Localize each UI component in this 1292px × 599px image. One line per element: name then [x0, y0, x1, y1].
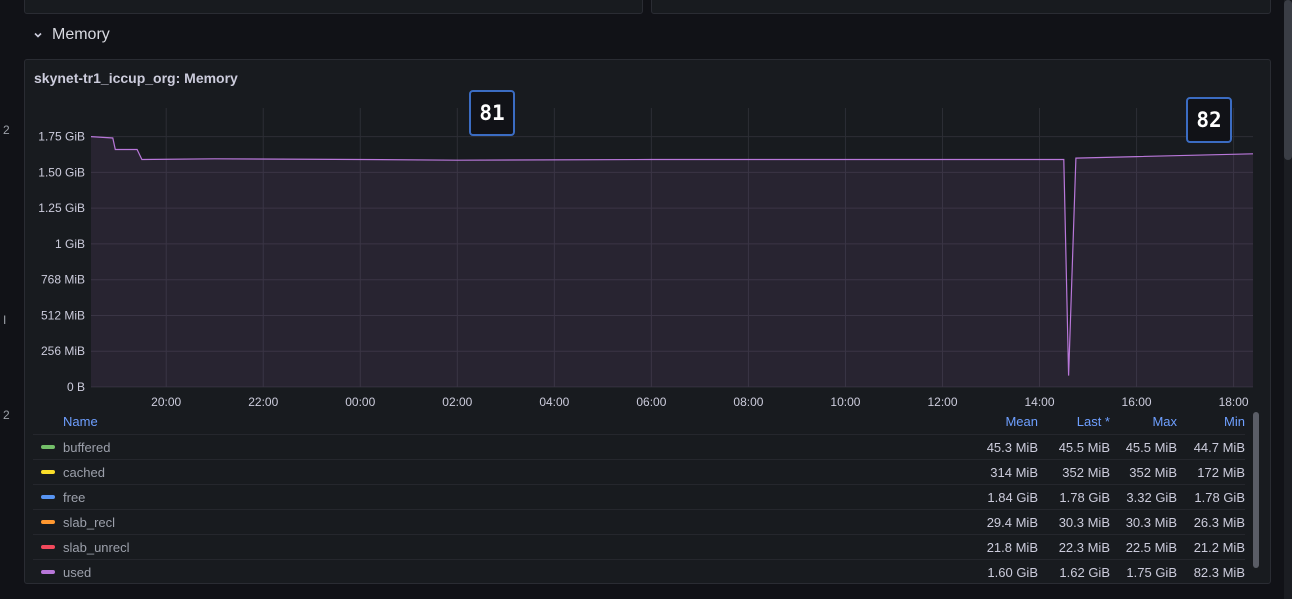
x-tick-label: 02:00 — [442, 395, 472, 409]
x-tick-label: 00:00 — [345, 395, 375, 409]
x-tick-label: 22:00 — [248, 395, 278, 409]
legend-row-buffered[interactable]: buffered 45.3 MiB 45.5 MiB 45.5 MiB 44.7 MiB — [33, 434, 1245, 459]
legend-series-name[interactable]: used — [63, 565, 91, 580]
page-scrollbar[interactable] — [1284, 0, 1292, 599]
legend-series-name[interactable]: slab_recl — [63, 515, 115, 530]
y-tick-label: 1.50 GiB — [38, 165, 85, 179]
x-tick-label: 18:00 — [1219, 395, 1249, 409]
x-tick-label: 20:00 — [151, 395, 181, 409]
row-header-memory[interactable]: Memory — [30, 26, 110, 44]
legend-row-slab_unrecl[interactable]: slab_unrecl 21.8 MiB 22.3 MiB 22.5 MiB 21.2 … — [33, 534, 1245, 559]
series-color-swatch[interactable] — [41, 445, 55, 449]
legend-table: Name Mean Last * Max Min buffered 45.3 Mi… — [33, 410, 1245, 584]
series-color-swatch[interactable] — [41, 495, 55, 499]
series-color-swatch[interactable] — [41, 520, 55, 524]
edge-mark: I — [3, 313, 7, 327]
annotation-badge: 81 — [469, 90, 515, 136]
x-tick-label: 14:00 — [1025, 395, 1055, 409]
edge-mark: 2 — [3, 408, 10, 422]
legend-mean: 21.8 MiB — [986, 540, 1038, 555]
legend-series-name[interactable]: free — [63, 490, 85, 505]
x-tick-label: 12:00 — [927, 395, 957, 409]
legend-scrollbar[interactable] — [1253, 412, 1259, 568]
legend-header-min[interactable]: Min — [1165, 414, 1245, 429]
y-tick-label: 512 MiB — [41, 308, 85, 322]
x-tick-label: 04:00 — [539, 395, 569, 409]
annotation-badge: 82 — [1186, 97, 1232, 143]
y-tick-label: 1.25 GiB — [38, 201, 85, 215]
legend-row-slab_recl[interactable]: slab_recl 29.4 MiB 30.3 MiB 30.3 MiB 26.3 Mi… — [33, 509, 1245, 534]
y-tick-label: 1.75 GiB — [38, 130, 85, 144]
x-tick-label: 08:00 — [733, 395, 763, 409]
legend-header-name[interactable]: Name — [63, 414, 98, 429]
series-color-swatch[interactable] — [41, 470, 55, 474]
top-panel-right — [651, 0, 1271, 14]
legend-min: 26.3 MiB — [1193, 515, 1245, 530]
x-tick-label: 16:00 — [1122, 395, 1152, 409]
legend-min: 172 MiB — [1197, 465, 1245, 480]
y-tick-label: 1 GiB — [55, 237, 85, 251]
series-color-swatch[interactable] — [41, 570, 55, 574]
legend-min: 21.2 MiB — [1193, 540, 1245, 555]
top-panel-left — [24, 0, 643, 14]
memory-panel: skynet-tr1_iccup_org: Memory 0 B 256 MiB 5… — [24, 59, 1271, 584]
x-tick-label: 06:00 — [636, 395, 666, 409]
x-tick-label: 10:00 — [830, 395, 860, 409]
legend-min: 1.78 GiB — [1194, 490, 1245, 505]
legend-mean: 314 MiB — [990, 465, 1038, 480]
chevron-down-icon[interactable] — [30, 27, 46, 43]
legend-series-name[interactable]: slab_unrecl — [63, 540, 130, 555]
legend-series-name[interactable]: cached — [63, 465, 105, 480]
page-scrollbar-thumb[interactable] — [1284, 0, 1292, 160]
legend-row-free[interactable]: free 1.84 GiB 1.78 GiB 3.32 GiB 1.78 GiB — [33, 484, 1245, 509]
row-title: Memory — [52, 26, 110, 43]
legend-min: 44.7 MiB — [1193, 440, 1245, 455]
legend-mean: 1.60 GiB — [987, 565, 1038, 580]
legend-header: Name Mean Last * Max Min — [33, 410, 1245, 434]
y-tick-label: 0 B — [67, 380, 85, 394]
legend-mean: 1.84 GiB — [987, 490, 1038, 505]
legend-row-cached[interactable]: cached 314 MiB 352 MiB 352 MiB 172 MiB — [33, 459, 1245, 484]
series-color-swatch[interactable] — [41, 545, 55, 549]
legend-min: 82.3 MiB — [1193, 565, 1245, 580]
legend-row-used[interactable]: used 1.60 GiB 1.62 GiB 1.75 GiB 82.3 MiB — [33, 559, 1245, 584]
memory-chart[interactable]: 0 B 256 MiB 512 MiB 768 MiB 1 GiB 1.25 GiB 1.5… — [25, 60, 1270, 410]
edge-mark: 2 — [3, 123, 10, 137]
legend-mean: 29.4 MiB — [986, 515, 1038, 530]
y-tick-label: 768 MiB — [41, 273, 85, 287]
legend-series-name[interactable]: buffered — [63, 440, 110, 455]
y-tick-label: 256 MiB — [41, 344, 85, 358]
legend-header-mean[interactable]: Mean — [958, 414, 1038, 429]
series-area-used — [91, 136, 1253, 387]
legend-mean: 45.3 MiB — [986, 440, 1038, 455]
